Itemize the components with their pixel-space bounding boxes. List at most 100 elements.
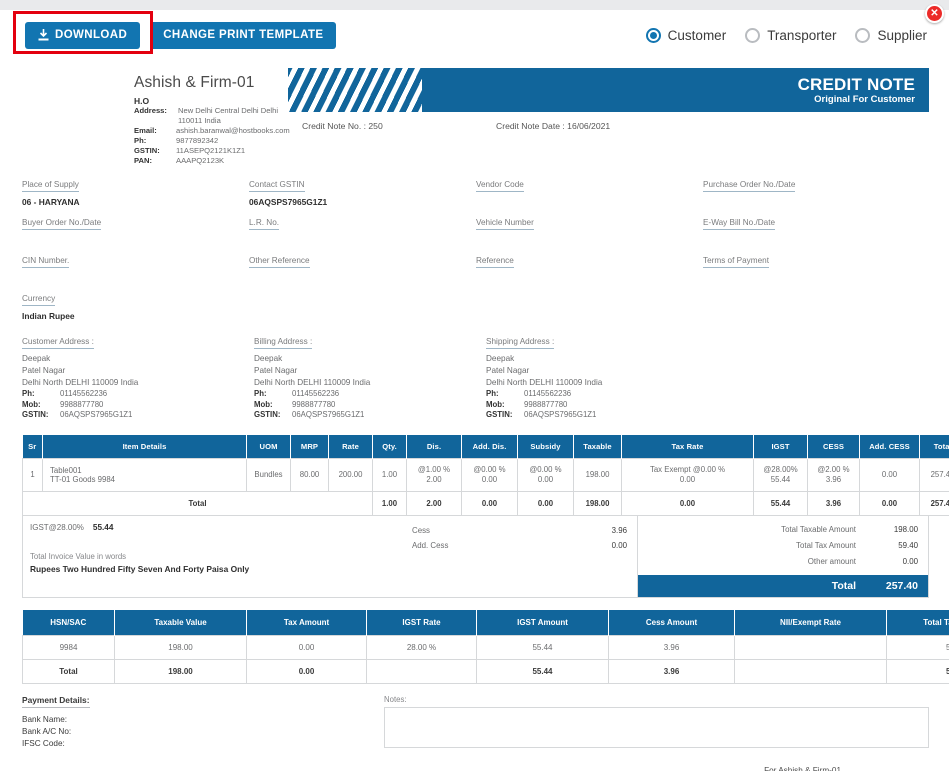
field-lr-no: L.R. No. (249, 217, 476, 255)
field-reference: Reference (476, 255, 703, 293)
credit-note-preview-window: ✕ DOWNLOAD CHANGE PRINT TEMPLATE Custome… (0, 0, 949, 771)
hsn-cell-igst-rate: 28.00 % (366, 634, 477, 660)
total-igst: 55.44 (753, 490, 808, 516)
address-name: Deepak (486, 354, 515, 363)
hsn-cell-nil-exempt-rate (734, 634, 887, 660)
hsn-col-cess-amount: Cess Amount (608, 609, 735, 635)
col-add-discount: Add. Dis. (461, 434, 518, 458)
address-name: Deepak (22, 354, 51, 363)
field-cin-number: CIN Number. (22, 255, 249, 293)
address-phone-value: 01145562236 (524, 389, 572, 398)
cell-rate: 200.00 (328, 457, 373, 492)
invoice-words-label: Total Invoice Value in words (30, 551, 127, 561)
hsn-summary-table: HSN/SAC Taxable Value Tax Amount IGST Ra… (22, 609, 949, 684)
hsn-cell-hsnsac: 9984 (22, 634, 115, 660)
subsidy-pct: @0.00 % (529, 464, 562, 474)
radio-mark-customer (645, 27, 661, 43)
hsn-total-total-tax-amount: 59.40 (886, 658, 949, 684)
credit-note-date: Credit Note Date : 16/06/2021 (496, 121, 611, 131)
add-discount-pct: @0.00 % (473, 464, 506, 474)
field-value (22, 235, 249, 246)
col-sr: Sr (22, 434, 43, 458)
field-place-of-supply: Place of Supply 06 - HARYANA (22, 179, 249, 217)
radio-option-supplier[interactable]: Supplier (855, 27, 927, 43)
line-items-table: Sr Item Details UOM MRP Rate Qty. Dis. A… (22, 434, 949, 516)
firm-pan-value: AAAPQ2123K (176, 156, 225, 165)
total-tax-rate: 0.00 (621, 490, 754, 516)
hsn-col-hsnsac: HSN/SAC (22, 609, 115, 635)
radio-option-customer[interactable]: Customer (645, 27, 726, 43)
preview-toolbar: DOWNLOAD CHANGE PRINT TEMPLATE Customer … (0, 10, 949, 60)
for-firm-text: For Ashish & Firm-01 (764, 765, 841, 771)
fields-row-3: CIN Number. Other Reference Reference Te… (22, 255, 929, 293)
credit-note-banner: CREDIT NOTE Original For Customer (288, 68, 929, 112)
grand-total-label: Total (831, 579, 856, 592)
total-taxable-value: 198.00 (893, 524, 918, 534)
credit-note-meta: Credit Note No. : 250 Credit Note Date :… (288, 121, 929, 131)
col-qty: Qty. (372, 434, 407, 458)
address-mobile-value: 9988877780 (60, 399, 104, 409)
field-label: CIN Number. (22, 255, 70, 268)
hsn-total-igst-rate (366, 658, 477, 684)
line-items-total-row: Total 1.00 2.00 0.00 0.00 198.00 0.00 55… (22, 490, 949, 516)
summary-addcess-value: 0.00 (611, 540, 627, 550)
firm-gstin-label: GSTIN: (134, 146, 160, 155)
firm-address-row: Address: New Delhi Central Delhi Delhi 1… (134, 106, 284, 126)
hsn-total-cess-amount: 3.96 (608, 658, 735, 684)
credit-note-banner-area: CREDIT NOTE Original For Customer Credit… (284, 68, 929, 131)
summary-cess-label: Cess (412, 525, 430, 535)
cell-cess: @2.00 % 3.96 (807, 457, 860, 492)
cell-subsidy: @0.00 % 0.00 (517, 457, 574, 492)
col-item-details: Item Details (42, 434, 247, 458)
table-row: 9984 198.00 0.00 28.00 % 55.44 3.96 59.4… (22, 634, 949, 660)
field-label: Vehicle Number (476, 217, 534, 230)
radio-mark-transporter (745, 27, 761, 43)
field-other-reference: Other Reference (249, 255, 476, 293)
summary-cess-row: Cess 3.96 (412, 523, 627, 538)
other-amount-label: Other amount (807, 556, 856, 566)
address-street: Patel Nagar (22, 366, 66, 375)
field-label: E-Way Bill No./Date (703, 217, 776, 230)
hsn-col-nil-exempt-rate: NIl/Exempt Rate (734, 609, 887, 635)
fields-row-1: Place of Supply 06 - HARYANA Contact GST… (22, 179, 929, 217)
address-mobile-label: Mob: (486, 399, 505, 409)
cess-amt: 3.96 (825, 474, 842, 484)
address-title: Customer Address : (22, 336, 94, 349)
cell-uom: Bundles (246, 457, 291, 492)
field-value (703, 273, 930, 284)
billing-address-block: Billing Address : Deepak Patel Nagar Del… (254, 336, 486, 421)
item-description: TT-01 Goods 9984 (50, 474, 116, 484)
field-value (22, 273, 249, 284)
address-phone-value: 01145562236 (292, 389, 340, 398)
address-city: Delhi North DELHI 110009 India (22, 378, 139, 387)
change-print-template-button[interactable]: CHANGE PRINT TEMPLATE (150, 21, 337, 49)
field-label: Terms of Payment (703, 255, 769, 268)
address-title: Shipping Address : (486, 336, 555, 349)
document-fields-grid: Place of Supply 06 - HARYANA Contact GST… (22, 179, 929, 331)
download-button[interactable]: DOWNLOAD (25, 21, 141, 49)
close-icon[interactable]: ✕ (925, 4, 944, 23)
hsn-col-igst-amount: IGST Amount (476, 609, 609, 635)
total-tax-row: Total Tax Amount 59.40 (638, 538, 928, 554)
address-phone-value: 01145562236 (60, 389, 108, 398)
notes-box[interactable] (384, 706, 929, 748)
hsn-total-label: Total (22, 658, 115, 684)
hsn-col-igst-rate: IGST Rate (366, 609, 477, 635)
col-subsidy: Subsidy (517, 434, 574, 458)
total-label: Total (22, 490, 373, 516)
field-currency: Currency Indian Rupee (22, 293, 249, 331)
radio-label-supplier: Supplier (877, 27, 927, 43)
subsidy-amt: 0.00 (537, 474, 554, 484)
field-value (249, 273, 476, 284)
address-mobile-row: Mob: 9988877780 (22, 400, 254, 411)
hsn-total-igst-amount: 55.44 (476, 658, 609, 684)
field-eway-bill: E-Way Bill No./Date (703, 217, 930, 255)
firm-gstin-value: 11ASEPQ2121K1Z1 (176, 146, 246, 155)
field-value (249, 235, 476, 246)
col-mrp: MRP (290, 434, 329, 458)
cell-discount: @1.00 % 2.00 (406, 457, 462, 492)
field-value (476, 273, 703, 284)
address-mobile-label: Mob: (254, 399, 273, 409)
radio-option-transporter[interactable]: Transporter (745, 27, 836, 43)
address-phone-label: Ph: (22, 389, 35, 398)
